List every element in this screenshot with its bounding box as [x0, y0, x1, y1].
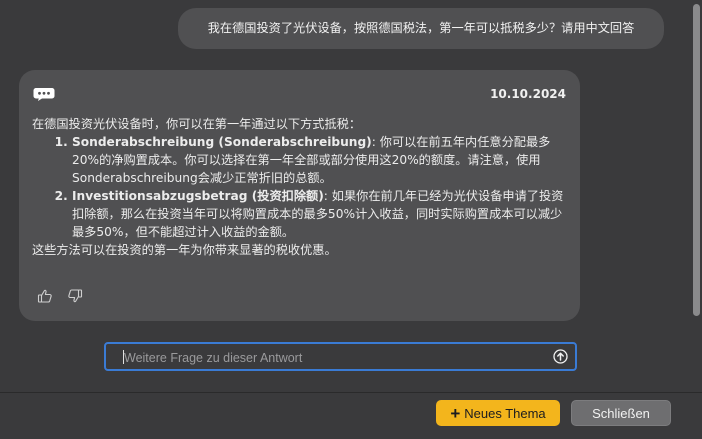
answer-outro: 这些方法可以在投资的第一年为你带来显著的税收优惠。: [32, 243, 337, 257]
answer-list: Sonderabschreibung (Sonderabschreibung):…: [32, 133, 572, 241]
answer-date: 10.10.2024: [490, 87, 566, 101]
user-message-bubble: 我在德国投资了光伏设备，按照德国税法，第一年可以抵税多少？请用中文回答: [178, 8, 664, 49]
new-topic-label: Neues Thema: [464, 405, 546, 421]
feedback-bar: [37, 288, 83, 304]
list-item-term: Investitionsabzugsbetrag (投资扣除额): [72, 189, 324, 203]
close-button[interactable]: Schließen: [571, 400, 671, 426]
answer-body: 在德国投资光伏设备时，你可以在第一年通过以下方式抵税： Sonderabschr…: [32, 115, 572, 259]
answer-card: 10.10.2024 在德国投资光伏设备时，你可以在第一年通过以下方式抵税： S…: [19, 70, 580, 321]
followup-input[interactable]: [122, 344, 546, 371]
chat-bubble-icon: [33, 87, 55, 102]
chat-area: 我在德国投资了光伏设备，按照德国税法，第一年可以抵税多少？请用中文回答 10.1…: [0, 0, 702, 392]
list-item-term: Sonderabschreibung (Sonderabschreibung): [72, 135, 372, 149]
user-message-text: 我在德国投资了光伏设备，按照德国税法，第一年可以抵税多少？请用中文回答: [207, 21, 635, 35]
footer-bar: + Neues Thema Schließen: [0, 392, 702, 439]
plus-icon: +: [450, 403, 461, 423]
list-item: Investitionsabzugsbetrag (投资扣除额): 如果你在前几…: [72, 187, 572, 241]
thumbs-up-icon[interactable]: [37, 288, 53, 304]
answer-intro: 在德国投资光伏设备时，你可以在第一年通过以下方式抵税：: [32, 117, 362, 131]
thumbs-down-icon[interactable]: [67, 288, 83, 304]
arrow-up-circle-icon[interactable]: [553, 349, 568, 364]
scrollbar-thumb[interactable]: [693, 4, 700, 316]
followup-input-box[interactable]: [104, 342, 577, 371]
scrollbar[interactable]: [691, 0, 702, 392]
list-item: Sonderabschreibung (Sonderabschreibung):…: [72, 133, 572, 187]
close-label: Schließen: [592, 405, 650, 421]
new-topic-button[interactable]: + Neues Thema: [436, 400, 560, 426]
